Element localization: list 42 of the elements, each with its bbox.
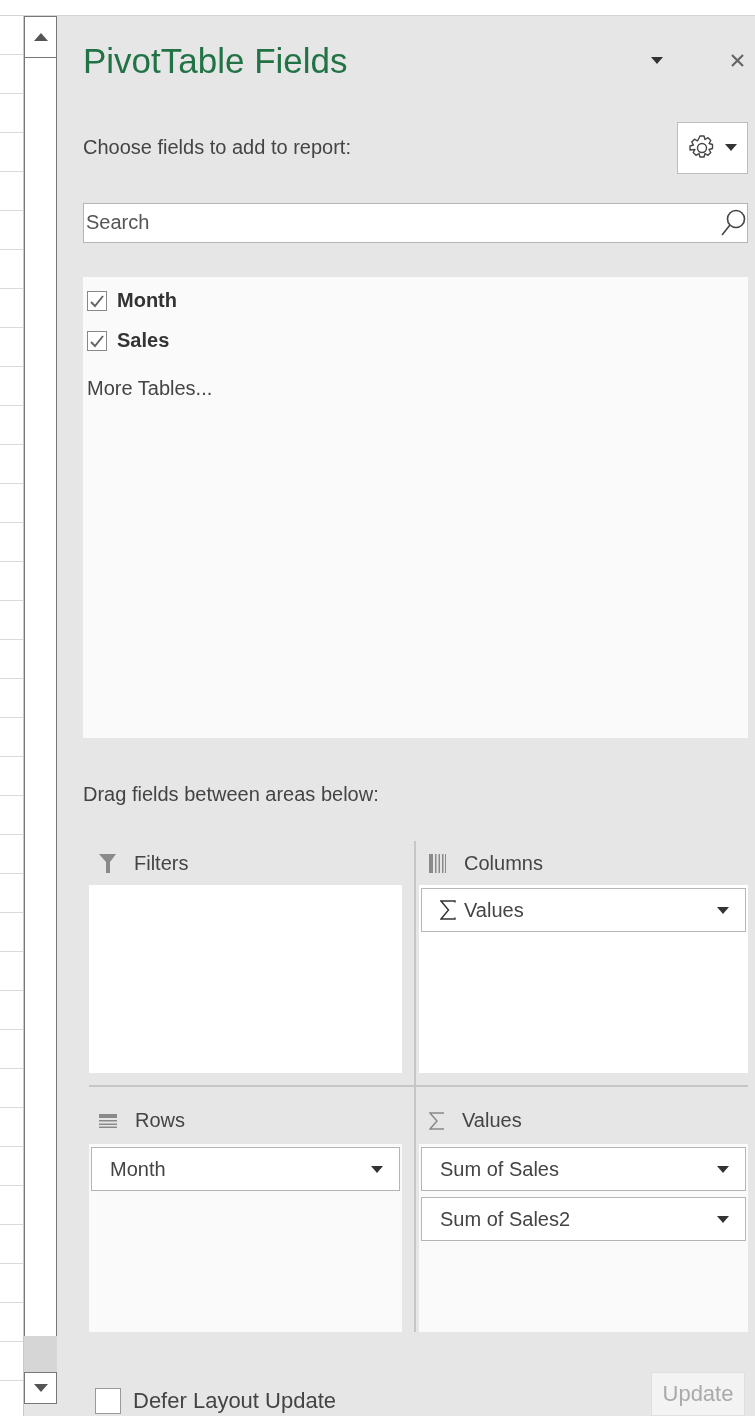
caret-icon xyxy=(371,1165,383,1173)
caret-icon xyxy=(717,1215,729,1223)
tools-button[interactable] xyxy=(677,121,748,174)
defer-label: Defer Layout Update xyxy=(133,1388,337,1414)
rows-area[interactable]: Month xyxy=(89,1144,402,1332)
field-label: Sales xyxy=(117,329,170,353)
rows-icon xyxy=(99,1113,117,1128)
values-area[interactable]: Sum of Sales Sum of Sales2 xyxy=(419,1144,748,1332)
search-icon xyxy=(720,208,746,237)
field-label: Month xyxy=(117,289,177,313)
caret-icon xyxy=(717,906,729,914)
caret-icon xyxy=(651,57,663,65)
columns-icon xyxy=(429,853,446,873)
area-field-button[interactable]: Month xyxy=(91,1147,400,1191)
area-field-button[interactable]: Values xyxy=(421,888,746,932)
sigma-icon xyxy=(440,900,456,920)
area-title: Values xyxy=(462,1109,522,1132)
more-tables-link[interactable]: More Tables... xyxy=(87,376,748,400)
sigma-icon xyxy=(429,1111,444,1130)
area-title: Filters xyxy=(134,851,189,875)
close-icon xyxy=(731,54,744,68)
field-checkbox[interactable] xyxy=(87,330,107,351)
caret-icon xyxy=(717,1165,729,1173)
settings-icon xyxy=(688,134,715,161)
up-arrow-icon xyxy=(33,33,48,41)
area-title: Rows xyxy=(135,1109,185,1132)
pane-title: PivotTable Fields xyxy=(83,40,349,81)
down-arrow-icon xyxy=(33,1384,48,1392)
scrollbar-thumb-area[interactable] xyxy=(24,1336,57,1372)
area-field-button[interactable]: Sum of Sales2 xyxy=(421,1197,746,1241)
instruction-text: Choose fields to add to report: xyxy=(83,136,352,160)
defer-checkbox[interactable] xyxy=(95,1388,121,1414)
caret-icon xyxy=(724,144,737,152)
field-checkbox[interactable] xyxy=(87,290,107,311)
area-title: Columns xyxy=(464,851,543,875)
scroll-up-button[interactable] xyxy=(24,16,57,58)
search-field[interactable]: Search xyxy=(83,202,748,243)
areas-hint: Drag fields between areas below: xyxy=(83,782,380,806)
scroll-down-button[interactable] xyxy=(24,1372,57,1404)
filter-icon xyxy=(99,853,116,873)
columns-area[interactable]: Values xyxy=(419,885,748,1073)
area-field-button[interactable]: Sum of Sales xyxy=(421,1147,746,1191)
